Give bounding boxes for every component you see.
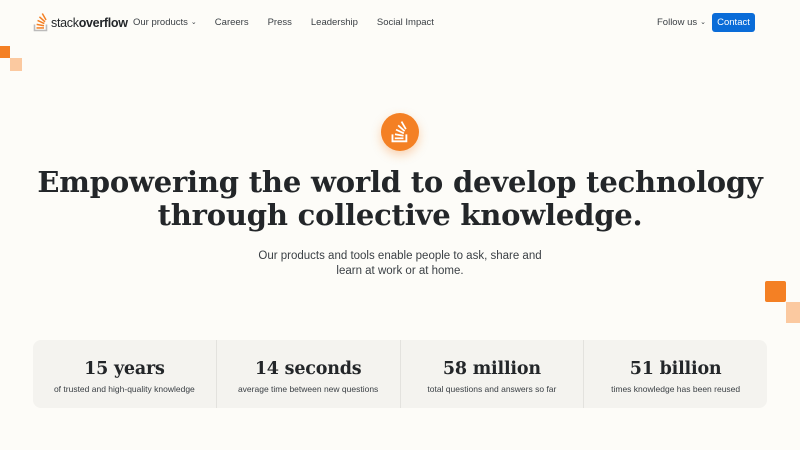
hero-subtext: Our products and tools enable people to …: [0, 249, 800, 279]
nav-our-products-label: Our products: [133, 16, 188, 28]
chevron-down-icon: ⌄: [190, 19, 197, 26]
chevron-down-icon: ⌄: [700, 19, 706, 26]
follow-us-label: Follow us: [657, 16, 698, 28]
stat-label: total questions and answers so far: [427, 384, 557, 394]
decorative-square: [0, 46, 10, 58]
stat-value: 14 seconds: [254, 359, 362, 379]
stackoverflow-icon: [381, 113, 419, 151]
stat-label: of trusted and high-quality knowledge: [53, 384, 195, 394]
stat-value: 58 million: [442, 359, 541, 379]
stat-item: 15 years of trusted and high-quality kno…: [33, 340, 217, 408]
subtext-line-1: Our products and tools enable people to …: [258, 250, 542, 262]
contact-button[interactable]: Contact: [712, 13, 755, 32]
stat-value: 51 billion: [629, 359, 722, 379]
stat-label: average time between new questions: [237, 384, 379, 394]
nav-social-impact[interactable]: Social Impact: [377, 17, 434, 28]
follow-us-dropdown[interactable]: Follow us ⌄: [657, 0, 706, 44]
nav-links: Our products ⌄ Careers Press Leadership …: [133, 0, 434, 44]
stats-panel: 15 years of trusted and high-quality kno…: [33, 340, 767, 408]
nav-leadership[interactable]: Leadership: [311, 17, 358, 28]
nav-careers[interactable]: Careers: [215, 17, 249, 28]
stackoverflow-logo[interactable]: stackoverflow: [33, 12, 128, 32]
top-navigation: stackoverflow Our products ⌄ Careers Pre…: [0, 0, 800, 44]
headline-line-2: through collective knowledge: [157, 198, 633, 232]
hero-headline: Empowering the world to develop technolo…: [0, 166, 800, 232]
nav-our-products[interactable]: Our products ⌄: [133, 17, 197, 28]
stat-value: 15 years: [84, 359, 165, 379]
stat-item: 58 million total questions and answers s…: [401, 340, 585, 408]
subtext-line-2: learn at work or at home.: [336, 265, 464, 277]
decorative-square: [765, 281, 786, 302]
stackoverflow-logo-icon: [33, 12, 48, 31]
nav-press[interactable]: Press: [268, 17, 292, 28]
logo-text-regular: stack: [51, 16, 79, 30]
stat-label: times knowledge has been reused: [611, 384, 741, 394]
logo-text-bold: overflow: [78, 16, 128, 30]
headline-period: .: [632, 198, 643, 232]
decorative-square: [10, 58, 22, 71]
stat-item: 14 seconds average time between new ques…: [217, 340, 401, 408]
stat-item: 51 billion times knowledge has been reus…: [584, 340, 767, 408]
headline-line-1: Empowering the world to develop technolo…: [37, 165, 763, 199]
decorative-square: [786, 302, 800, 323]
